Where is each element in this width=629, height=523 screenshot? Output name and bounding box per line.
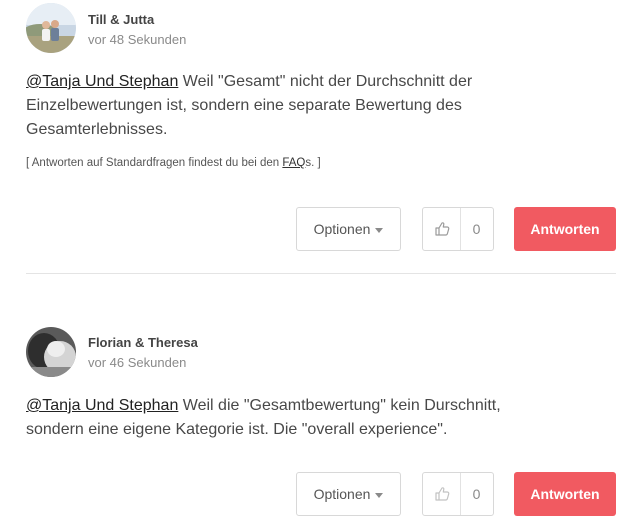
avatar[interactable] xyxy=(26,327,76,377)
comment-body: @Tanja Und Stephan Weil die "Gesamtbewer… xyxy=(26,394,526,442)
avatar[interactable] xyxy=(26,3,76,53)
timestamp: vor 46 Sekunden xyxy=(88,355,187,370)
like-count: 0 xyxy=(472,221,481,237)
faq-note-prefix: [ Antworten auf Standardfragen findest d… xyxy=(26,157,283,169)
timestamp: vor 48 Sekunden xyxy=(88,32,187,47)
comment-divider xyxy=(26,273,616,274)
bw-portrait-photo-icon xyxy=(26,327,76,377)
options-button[interactable]: Optionen xyxy=(296,472,401,516)
like-count: 0 xyxy=(472,486,481,502)
like-button[interactable]: 0 xyxy=(422,472,494,516)
reply-button[interactable]: Antworten xyxy=(514,472,616,516)
author-name[interactable]: Till & Jutta xyxy=(88,12,154,27)
faq-note-suffix: s. ] xyxy=(305,157,321,169)
options-label: Optionen xyxy=(313,486,371,502)
author-name[interactable]: Florian & Theresa xyxy=(88,335,198,350)
faq-note: [ Antworten auf Standardfragen findest d… xyxy=(26,157,321,169)
options-label: Optionen xyxy=(313,221,371,237)
caret-down-icon xyxy=(375,492,384,498)
options-button[interactable]: Optionen xyxy=(296,207,401,251)
mention-link[interactable]: @Tanja Und Stephan xyxy=(26,397,178,414)
comment-body: @Tanja Und Stephan Weil "Gesamt" nicht d… xyxy=(26,70,526,142)
thumbs-up-icon[interactable] xyxy=(423,473,461,515)
mention-link[interactable]: @Tanja Und Stephan xyxy=(26,73,178,90)
couple-photo-icon xyxy=(26,3,76,53)
like-button[interactable]: 0 xyxy=(422,207,494,251)
thumbs-up-icon[interactable] xyxy=(423,208,461,250)
caret-down-icon xyxy=(375,227,384,233)
reply-button[interactable]: Antworten xyxy=(514,207,616,251)
faq-link[interactable]: FAQ xyxy=(282,157,305,169)
